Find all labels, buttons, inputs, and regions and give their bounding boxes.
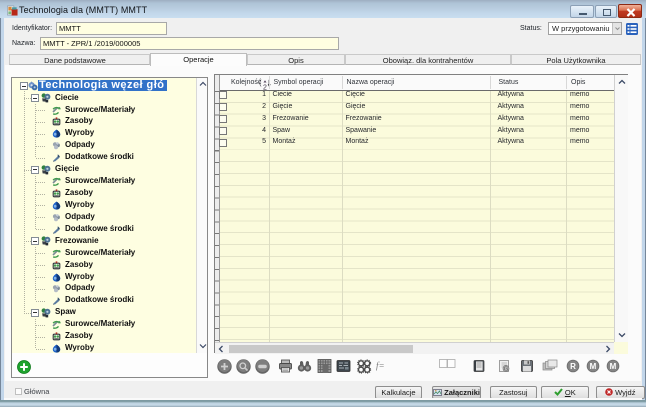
svg-text:M: M [590, 362, 597, 371]
svg-text:M: M [610, 362, 617, 371]
svg-text:G: G [504, 367, 508, 373]
svg-text:R: R [570, 362, 576, 371]
svg-text:(: ( [259, 78, 262, 87]
svg-text:f=: f= [376, 361, 385, 371]
svg-text:2: 2 [263, 85, 267, 91]
